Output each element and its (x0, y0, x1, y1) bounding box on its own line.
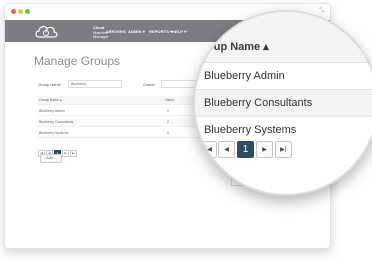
prev-page-button[interactable]: ◀ (218, 141, 235, 158)
table-row[interactable]: Blueberry Consultants 2 (37, 118, 207, 127)
zoomed-col-group-name[interactable]: oup Name ▴ (207, 40, 269, 53)
row-users: 1 (167, 109, 169, 113)
mini-last-page-button[interactable]: ▶| (70, 150, 77, 157)
zoomed-row-name: Blueberry Consultants (204, 97, 313, 109)
first-page-button[interactable]: |◀ (200, 141, 217, 158)
zoomed-table-header: oup Name ▴ (195, 12, 372, 63)
group-name-input[interactable]: Blueberry (68, 80, 122, 88)
brand-line-3: Manager (93, 34, 109, 39)
row-users: 2 (167, 120, 169, 124)
maximize-dot[interactable] (25, 9, 30, 14)
page-title: Manage Groups (34, 54, 121, 68)
add-group-button[interactable]: Add... (40, 154, 62, 163)
table-header: Group Name ▴ Users (37, 96, 207, 105)
table-row[interactable]: Blueberry Systems 0 (37, 129, 207, 138)
zoomed-row-name: Blueberry Systems (204, 124, 297, 136)
row-name: Blueberry Consultants (39, 120, 74, 124)
last-page-button[interactable]: ▶| (275, 141, 292, 158)
zoomed-table-row[interactable]: Blueberry Admin (195, 63, 372, 90)
zoomed-table-row[interactable]: Blueberry Systems (195, 117, 372, 143)
table-row[interactable]: Blueberry Admin 1 (37, 107, 207, 116)
owner-label: Owner (143, 82, 155, 87)
nav-help[interactable]: HELP ▾ (172, 29, 186, 34)
mini-next-page-button[interactable]: ▶ (62, 150, 69, 157)
minimize-dot[interactable] (18, 9, 23, 14)
zoomed-table-row[interactable]: Blueberry Consultants (195, 90, 372, 117)
col-users[interactable]: Users (165, 98, 174, 102)
row-users: 0 (167, 131, 169, 135)
magnifier-lens: oup Name ▴ Blueberry Admin Blueberry Con… (193, 10, 372, 196)
cloud-icon (35, 25, 58, 38)
nav-admin[interactable]: ADMIN ▾ (128, 29, 145, 34)
row-name: Blueberry Admin (39, 109, 65, 113)
current-page-button[interactable]: 1 (237, 141, 254, 158)
zoomed-row-name: Blueberry Admin (204, 70, 285, 82)
group-name-label: Group Name (38, 82, 61, 87)
nav-servers[interactable]: SERVERS (106, 29, 126, 34)
next-page-button[interactable]: ▶ (256, 141, 273, 158)
row-name: Blueberry Systems (39, 131, 69, 135)
nav-reports[interactable]: REPORTS ▾ (149, 29, 172, 34)
app-logo[interactable]: Cloud Machine Manager (33, 22, 109, 40)
close-dot[interactable] (11, 9, 16, 14)
col-group-name[interactable]: Group Name ▴ (39, 98, 62, 102)
